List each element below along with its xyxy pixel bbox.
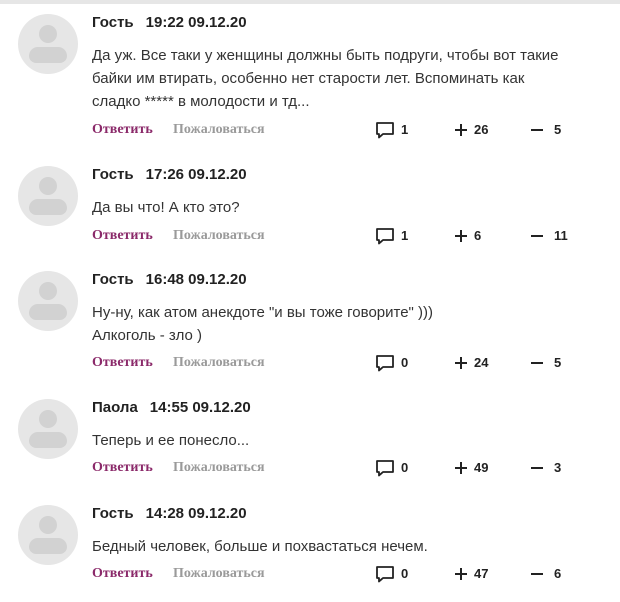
dislike-button[interactable]: 11 bbox=[530, 227, 568, 245]
report-link[interactable]: Пожаловаться bbox=[173, 565, 265, 583]
report-link[interactable]: Пожаловаться bbox=[173, 121, 265, 139]
reply-link[interactable]: Ответить bbox=[92, 227, 153, 245]
comment-actions: Ответить Пожаловаться 0 47 6 bbox=[92, 565, 592, 583]
like-button[interactable]: 47 bbox=[454, 565, 488, 583]
comment-text-line: Ну-ну, как атом анекдоте "и вы тоже гово… bbox=[92, 304, 434, 321]
like-button[interactable]: 26 bbox=[454, 121, 488, 139]
like-count: 26 bbox=[474, 122, 489, 137]
dislike-button[interactable]: 5 bbox=[530, 121, 561, 139]
report-link[interactable]: Пожаловаться bbox=[173, 354, 265, 372]
avatar[interactable] bbox=[18, 14, 78, 74]
minus-icon bbox=[531, 362, 543, 364]
comment-text: Да уж. Все таки у женщины должны быть по… bbox=[92, 44, 612, 113]
report-link[interactable]: Пожаловаться bbox=[173, 459, 265, 477]
comment-time: 17:26 09.12.20 bbox=[145, 166, 247, 183]
dislike-count: 6 bbox=[554, 566, 562, 581]
comment-header: Паола 14:55 09.12.20 bbox=[92, 399, 251, 417]
comment-text: Ну-ну, как атом анекдоте "и вы тоже гово… bbox=[92, 301, 612, 347]
replies-count: 0 bbox=[401, 566, 409, 581]
avatar[interactable] bbox=[18, 166, 78, 226]
reply-link[interactable]: Ответить bbox=[92, 565, 153, 583]
plus-icon bbox=[455, 568, 467, 580]
comment-header: Гость 14:28 09.12.20 bbox=[92, 505, 247, 523]
comment-bubble-icon bbox=[376, 228, 394, 245]
dislike-count: 5 bbox=[554, 122, 562, 137]
comment-actions: Ответить Пожаловаться 1 6 11 bbox=[92, 227, 592, 245]
replies-count-button[interactable]: 0 bbox=[375, 354, 408, 372]
replies-count-button[interactable]: 0 bbox=[375, 459, 408, 477]
comment-actions: Ответить Пожаловаться 1 26 5 bbox=[92, 121, 592, 139]
dislike-count: 3 bbox=[554, 460, 562, 475]
comment-text-line: Теперь и ее понесло... bbox=[92, 432, 250, 449]
replies-count: 1 bbox=[401, 122, 409, 137]
top-divider bbox=[0, 0, 620, 4]
report-link[interactable]: Пожаловаться bbox=[173, 227, 265, 245]
replies-count: 0 bbox=[401, 355, 409, 370]
avatar-placeholder-icon bbox=[39, 177, 57, 195]
like-count: 6 bbox=[474, 228, 482, 243]
comment-text-line: сладко ***** в молодости и тд... bbox=[92, 93, 310, 110]
comment-text: Теперь и ее понесло... bbox=[92, 429, 612, 452]
dislike-button[interactable]: 6 bbox=[530, 565, 561, 583]
comment-author[interactable]: Гость bbox=[92, 166, 134, 183]
minus-icon bbox=[531, 129, 543, 131]
avatar-placeholder-icon bbox=[39, 516, 57, 534]
comment-header: Гость 17:26 09.12.20 bbox=[92, 166, 247, 184]
comment-time: 19:22 09.12.20 bbox=[145, 14, 247, 31]
comment-author[interactable]: Гость bbox=[92, 14, 134, 31]
comment-header: Гость 16:48 09.12.20 bbox=[92, 271, 247, 289]
reply-link[interactable]: Ответить bbox=[92, 121, 153, 139]
plus-icon bbox=[455, 462, 467, 474]
comment-author[interactable]: Гость bbox=[92, 271, 134, 288]
comment-text-line: Да уж. Все таки у женщины должны быть по… bbox=[92, 47, 559, 64]
reply-link[interactable]: Ответить bbox=[92, 354, 153, 372]
comment-bubble-icon bbox=[376, 566, 394, 583]
avatar[interactable] bbox=[18, 271, 78, 331]
replies-count: 0 bbox=[401, 460, 409, 475]
reply-link[interactable]: Ответить bbox=[92, 459, 153, 477]
avatar-placeholder-icon bbox=[39, 410, 57, 428]
avatar[interactable] bbox=[18, 399, 78, 459]
comment-header: Гость 19:22 09.12.20 bbox=[92, 14, 247, 32]
dislike-button[interactable]: 5 bbox=[530, 354, 561, 372]
minus-icon bbox=[531, 467, 543, 469]
avatar-placeholder-icon bbox=[39, 282, 57, 300]
like-button[interactable]: 6 bbox=[454, 227, 481, 245]
comment-text: Бедный человек, больше и похвастаться не… bbox=[92, 535, 612, 558]
replies-count-button[interactable]: 0 bbox=[375, 565, 408, 583]
like-button[interactable]: 24 bbox=[454, 354, 488, 372]
like-button[interactable]: 49 bbox=[454, 459, 488, 477]
comment-text: Да вы что! А кто это? bbox=[92, 196, 612, 219]
comment-text-line: Бедный человек, больше и похвастаться не… bbox=[92, 538, 428, 555]
plus-icon bbox=[455, 230, 467, 242]
replies-count: 1 bbox=[401, 228, 409, 243]
comment-text-line: Алкоголь - зло ) bbox=[92, 327, 203, 344]
minus-icon bbox=[531, 235, 543, 237]
dislike-button[interactable]: 3 bbox=[530, 459, 561, 477]
minus-icon bbox=[531, 573, 543, 575]
comment-actions: Ответить Пожаловаться 0 49 3 bbox=[92, 459, 592, 477]
like-count: 24 bbox=[474, 355, 489, 370]
comment-text-line: Да вы что! А кто это? bbox=[92, 199, 240, 216]
comment-bubble-icon bbox=[376, 460, 394, 477]
plus-icon bbox=[455, 124, 467, 136]
avatar-placeholder-icon bbox=[39, 25, 57, 43]
plus-icon bbox=[455, 357, 467, 369]
dislike-count: 5 bbox=[554, 355, 562, 370]
like-count: 47 bbox=[474, 566, 489, 581]
comment-bubble-icon bbox=[376, 122, 394, 139]
comment-author[interactable]: Паола bbox=[92, 399, 138, 416]
comment-bubble-icon bbox=[376, 355, 394, 372]
replies-count-button[interactable]: 1 bbox=[375, 121, 408, 139]
comment-time: 14:55 09.12.20 bbox=[149, 399, 251, 416]
comment-time: 14:28 09.12.20 bbox=[145, 505, 247, 522]
replies-count-button[interactable]: 1 bbox=[375, 227, 408, 245]
avatar[interactable] bbox=[18, 505, 78, 565]
comment-author[interactable]: Гость bbox=[92, 505, 134, 522]
like-count: 49 bbox=[474, 460, 489, 475]
comment-actions: Ответить Пожаловаться 0 24 5 bbox=[92, 354, 592, 372]
comment-text-line: байки им втирать, особенно нет старости … bbox=[92, 70, 525, 87]
comment-time: 16:48 09.12.20 bbox=[145, 271, 247, 288]
dislike-count: 11 bbox=[554, 228, 568, 243]
